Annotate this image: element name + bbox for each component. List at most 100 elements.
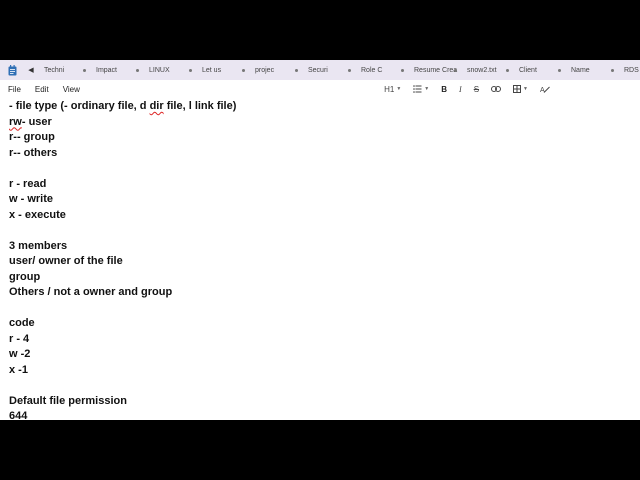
- tab-item[interactable]: LINUX: [143, 60, 196, 80]
- list-dropdown[interactable]: ▼: [413, 85, 429, 93]
- tab-bar: ◀ Techni Impact LINUX Let us projec Securi Rol…: [0, 60, 640, 80]
- document-editor[interactable]: - file type (- ordinary file, d dir file…: [9, 99, 629, 420]
- table-dropdown[interactable]: ▼: [513, 85, 528, 93]
- document-line: w - write: [9, 192, 629, 208]
- menu-edit[interactable]: Edit: [35, 85, 49, 94]
- document-line: Default file permission: [9, 394, 629, 410]
- tab-item[interactable]: Securi: [302, 60, 355, 80]
- text-segment: r - read: [9, 177, 47, 190]
- text-segment: user/ owner of the file: [9, 255, 123, 267]
- text-segment: Default file permission: [9, 394, 127, 407]
- text-segment: - user: [21, 115, 52, 128]
- misspelled-word: dir: [149, 100, 164, 112]
- chevron-down-icon: ▼: [396, 86, 402, 92]
- tab-dot-icon: [242, 69, 245, 72]
- notepad-window: ◀ Techni Impact LINUX Let us projec Securi Rol…: [0, 60, 640, 420]
- text-segment: w -2: [9, 348, 31, 360]
- text-segment: - file type (- ordinary file, d: [9, 100, 150, 112]
- table-icon: [513, 85, 522, 93]
- notepad-app-icon: [0, 60, 24, 80]
- tab-dot-icon: [506, 69, 509, 72]
- document-line: x -1: [9, 363, 629, 379]
- text-segment: r-- others: [9, 146, 58, 159]
- tab-label: LINUX: [149, 66, 170, 74]
- tab-label: Securi: [308, 66, 328, 74]
- text-segment: x -1: [9, 363, 28, 376]
- scroll-tabs-left-icon[interactable]: ◀: [24, 66, 38, 74]
- text-segment: w - write: [9, 193, 54, 205]
- menu-view[interactable]: View: [63, 85, 80, 94]
- tab-item[interactable]: snow2.txt: [461, 60, 513, 80]
- clear-formatting-button[interactable]: A: [540, 85, 550, 93]
- tab-item[interactable]: Techni: [38, 60, 90, 80]
- text-segment: r-- group: [9, 131, 55, 143]
- tab-item[interactable]: RDS (R: [618, 60, 640, 80]
- tab-label: projec: [255, 66, 275, 74]
- bold-button[interactable]: B: [441, 85, 447, 94]
- tab-label: Role C: [361, 66, 383, 74]
- tab-dot-icon: [558, 69, 561, 72]
- tab-label: Resume Crea: [414, 66, 458, 74]
- link-icon: [491, 86, 502, 92]
- tab-label: Impact: [96, 66, 118, 74]
- document-line: r-- group: [9, 130, 629, 146]
- text-segment: 644: [9, 410, 28, 420]
- document-line: 644: [9, 409, 629, 420]
- tab-item[interactable]: Impact: [90, 60, 143, 80]
- list-icon: [413, 85, 422, 93]
- text-segment: file, l link file): [163, 100, 237, 112]
- document-line: r-- others: [9, 146, 629, 162]
- tab-dot-icon: [136, 69, 139, 72]
- heading-label: H1: [384, 84, 395, 94]
- format-toolbar: H1 ▼ ▼ B I S ▼ A: [384, 80, 550, 98]
- tab-item[interactable]: Role C: [355, 60, 408, 80]
- link-button[interactable]: [491, 86, 502, 92]
- document-line: user/ owner of the file: [9, 254, 629, 270]
- tab-item[interactable]: Name: [565, 60, 618, 80]
- tab-dot-icon: [401, 69, 404, 72]
- document-line: rw- user: [9, 115, 629, 131]
- text-segment: Others / not a owner and group: [9, 286, 173, 298]
- chevron-down-icon: ▼: [523, 86, 528, 92]
- document-line: x - execute: [9, 208, 629, 224]
- tab-item[interactable]: Resume Crea: [408, 60, 461, 80]
- tab-dot-icon: [83, 69, 86, 72]
- tab-label: Name: [571, 66, 590, 74]
- text-segment: group: [9, 270, 41, 283]
- document-line: - file type (- ordinary file, d dir file…: [9, 99, 629, 115]
- strikethrough-button[interactable]: S: [474, 85, 479, 94]
- document-line: code: [9, 316, 629, 332]
- text-segment: 3 members: [9, 239, 68, 252]
- text-segment: code: [9, 317, 35, 329]
- tab-item[interactable]: Client: [513, 60, 565, 80]
- tab-dot-icon: [295, 69, 298, 72]
- tab-label: RDS (R: [624, 66, 640, 74]
- tab-dot-icon: [348, 69, 351, 72]
- document-line: group: [9, 270, 629, 286]
- tab-item[interactable]: Let us: [196, 60, 249, 80]
- tab-dot-icon: [611, 69, 614, 72]
- tab-label: Techni: [44, 66, 65, 74]
- tab-label: Client: [519, 66, 537, 74]
- document-line: r - read: [9, 177, 629, 193]
- text-segment: r - 4: [9, 332, 30, 345]
- menu-file[interactable]: File: [8, 85, 21, 94]
- document-line: Others / not a owner and group: [9, 285, 629, 301]
- tab-label: Let us: [202, 66, 222, 74]
- document-line: 3 members: [9, 239, 629, 255]
- text-segment: x - execute: [9, 208, 66, 221]
- tab-item[interactable]: projec: [249, 60, 302, 80]
- document-line: w -2: [9, 347, 629, 363]
- misspelled-word: rw: [9, 115, 22, 128]
- document-line: r - 4: [9, 332, 629, 348]
- heading-dropdown[interactable]: H1 ▼: [384, 85, 401, 94]
- tab-dot-icon: [454, 69, 457, 72]
- tab-dot-icon: [189, 69, 192, 72]
- chevron-down-icon: ▼: [424, 86, 430, 92]
- italic-button[interactable]: I: [459, 85, 462, 94]
- tab-label: snow2.txt: [467, 66, 497, 74]
